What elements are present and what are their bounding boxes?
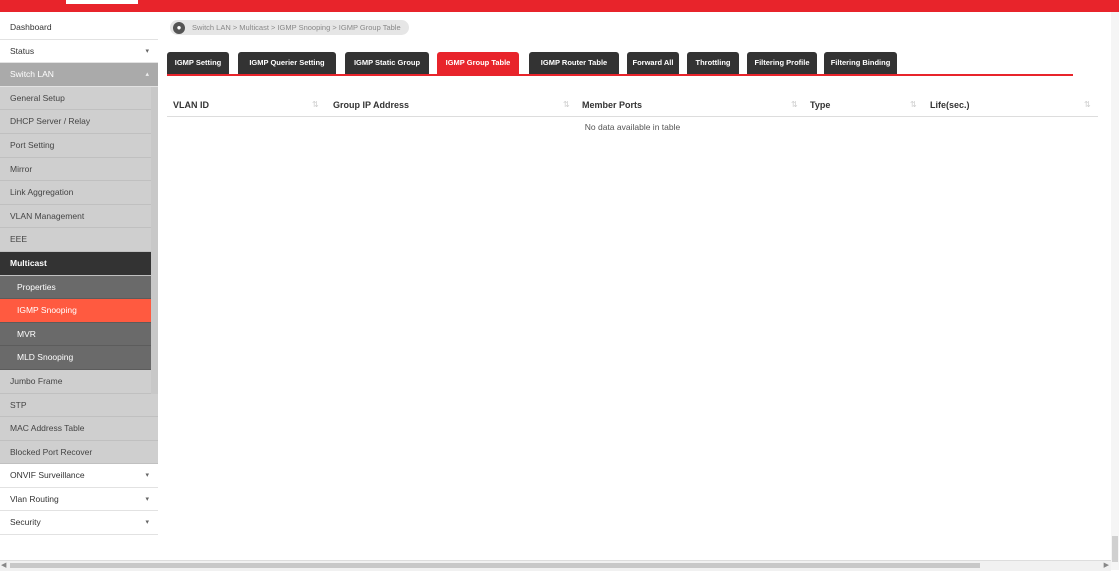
tab-igmp-querier-setting[interactable]: IGMP Querier Setting xyxy=(238,52,336,74)
sort-icon[interactable]: ⇅ xyxy=(910,94,917,116)
chevron-down-icon: ▾ xyxy=(145,519,149,527)
scrollbar-thumb[interactable] xyxy=(10,563,980,568)
empty-table-message: No data available in table xyxy=(584,122,681,132)
chevron-up-icon: ▴ xyxy=(145,71,149,79)
sidebar-item-label: Security xyxy=(10,517,41,528)
sidebar-item-label: VLAN Management xyxy=(10,210,85,221)
sidebar-item-label: MLD Snooping xyxy=(17,352,74,363)
sidebar-item-label: General Setup xyxy=(10,92,65,103)
sidebar-item-label: Mirror xyxy=(10,163,33,174)
column-header-life[interactable]: Life(sec.) xyxy=(930,94,970,116)
sort-icon[interactable]: ⇅ xyxy=(1084,94,1091,116)
sidebar-item-stp[interactable]: STP xyxy=(0,393,158,418)
sidebar-item-label: Link Aggregation xyxy=(10,187,74,198)
vertical-scrollbar[interactable] xyxy=(1111,12,1119,570)
sidebar-item-mld-snooping[interactable]: MLD Snooping xyxy=(0,346,151,370)
chevron-down-icon: ▾ xyxy=(145,495,149,503)
sidebar-item-security[interactable]: Security ▾ xyxy=(0,511,158,536)
sidebar-item-label: Vlan Routing xyxy=(10,493,59,504)
sidebar-item-label: EEE xyxy=(10,234,28,245)
sidebar-item-label: MVR xyxy=(17,328,36,339)
sidebar-item-port-setting[interactable]: Port Setting xyxy=(0,133,151,158)
sidebar-item-onvif[interactable]: ONVIF Surveillance ▾ xyxy=(0,464,158,488)
tab-igmp-setting[interactable]: IGMP Setting xyxy=(167,52,229,74)
tab-igmp-static-group[interactable]: IGMP Static Group xyxy=(345,52,429,74)
sidebar-item-link-aggregation[interactable]: Link Aggregation xyxy=(0,181,151,205)
sidebar-item-label: Dashboard xyxy=(10,22,52,32)
tab-filtering-binding[interactable]: Filtering Binding xyxy=(824,52,897,74)
column-header-vlan-id[interactable]: VLAN ID xyxy=(173,94,209,116)
sidebar-item-switch-lan[interactable]: Switch LAN ▴ xyxy=(0,63,158,87)
chevron-down-icon: ▾ xyxy=(145,47,149,55)
sidebar-item-dashboard[interactable]: Dashboard xyxy=(0,16,158,40)
tab-igmp-group-table[interactable]: IGMP Group Table xyxy=(437,52,519,74)
sidebar-item-label: DHCP Server / Relay xyxy=(10,116,91,127)
sidebar-item-label: IGMP Snooping xyxy=(17,305,77,316)
scroll-left-icon[interactable]: ◀ xyxy=(1,561,6,570)
sidebar: Dashboard Status ▾ Switch LAN ▴ General Se… xyxy=(0,16,158,570)
table-header: VLAN ID ⇅ Group IP Address ⇅ Member Port… xyxy=(167,94,1098,117)
sidebar-item-label: ONVIF Surveillance xyxy=(10,470,85,481)
tab-igmp-router-table[interactable]: IGMP Router Table xyxy=(529,52,619,74)
sidebar-item-label: Status xyxy=(10,45,35,56)
column-header-group-ip[interactable]: Group IP Address xyxy=(333,94,409,116)
sidebar-item-label: Port Setting xyxy=(10,139,55,150)
sidebar-item-label: Blocked Port Recover xyxy=(10,446,93,457)
sidebar-item-mvr[interactable]: MVR xyxy=(0,322,151,347)
sidebar-item-label: Multicast xyxy=(10,257,47,268)
top-bar-notch xyxy=(66,0,138,4)
tab-forward-all[interactable]: Forward All xyxy=(627,52,679,74)
sidebar-item-status[interactable]: Status ▾ xyxy=(0,39,158,64)
sidebar-item-label: Properties xyxy=(17,281,56,292)
sidebar-item-igmp-snooping[interactable]: IGMP Snooping xyxy=(0,299,151,323)
main-content: ● Switch LAN > Multicast > IGMP Snooping… xyxy=(158,12,1119,570)
sidebar-item-blocked-port[interactable]: Blocked Port Recover xyxy=(0,440,158,465)
sidebar-item-multicast[interactable]: Multicast xyxy=(0,251,151,276)
sort-icon[interactable]: ⇅ xyxy=(312,94,319,116)
breadcrumb-text: Switch LAN > Multicast > IGMP Snooping >… xyxy=(192,23,401,32)
sidebar-item-dhcp[interactable]: DHCP Server / Relay xyxy=(0,110,151,134)
sidebar-item-jumbo-frame[interactable]: Jumbo Frame xyxy=(0,369,151,394)
column-header-type[interactable]: Type xyxy=(810,94,830,116)
sidebar-item-properties[interactable]: Properties xyxy=(0,275,151,300)
sidebar-item-general-setup[interactable]: General Setup xyxy=(0,86,151,111)
column-header-member-ports[interactable]: Member Ports xyxy=(582,94,642,116)
sidebar-item-vlan-routing[interactable]: Vlan Routing ▾ xyxy=(0,487,158,512)
sidebar-item-label: MAC Address Table xyxy=(10,423,85,434)
top-bar xyxy=(0,0,1119,12)
tab-throttling[interactable]: Throttling xyxy=(687,52,739,74)
sidebar-item-label: Jumbo Frame xyxy=(10,375,63,386)
scrollbar-thumb[interactable] xyxy=(1112,536,1118,562)
sidebar-item-vlan-management[interactable]: VLAN Management xyxy=(0,204,151,229)
home-icon: ● xyxy=(173,21,185,34)
breadcrumb: ● Switch LAN > Multicast > IGMP Snooping… xyxy=(170,20,409,35)
chevron-down-icon: ▾ xyxy=(145,472,149,480)
sort-icon[interactable]: ⇅ xyxy=(791,94,798,116)
sidebar-item-label: STP xyxy=(10,399,27,410)
scroll-right-icon[interactable]: ▶ xyxy=(1104,561,1109,570)
tab-filtering-profile[interactable]: Filtering Profile xyxy=(747,52,817,74)
sidebar-item-mac-table[interactable]: MAC Address Table xyxy=(0,417,158,441)
tab-bar: IGMP Setting IGMP Querier Setting IGMP S… xyxy=(167,52,1073,76)
sidebar-item-mirror[interactable]: Mirror xyxy=(0,157,151,182)
sidebar-item-eee[interactable]: EEE xyxy=(0,228,151,252)
horizontal-scrollbar[interactable]: ◀ ▶ xyxy=(0,560,1111,571)
sort-icon[interactable]: ⇅ xyxy=(563,94,570,116)
sidebar-item-label: Switch LAN xyxy=(10,69,54,80)
